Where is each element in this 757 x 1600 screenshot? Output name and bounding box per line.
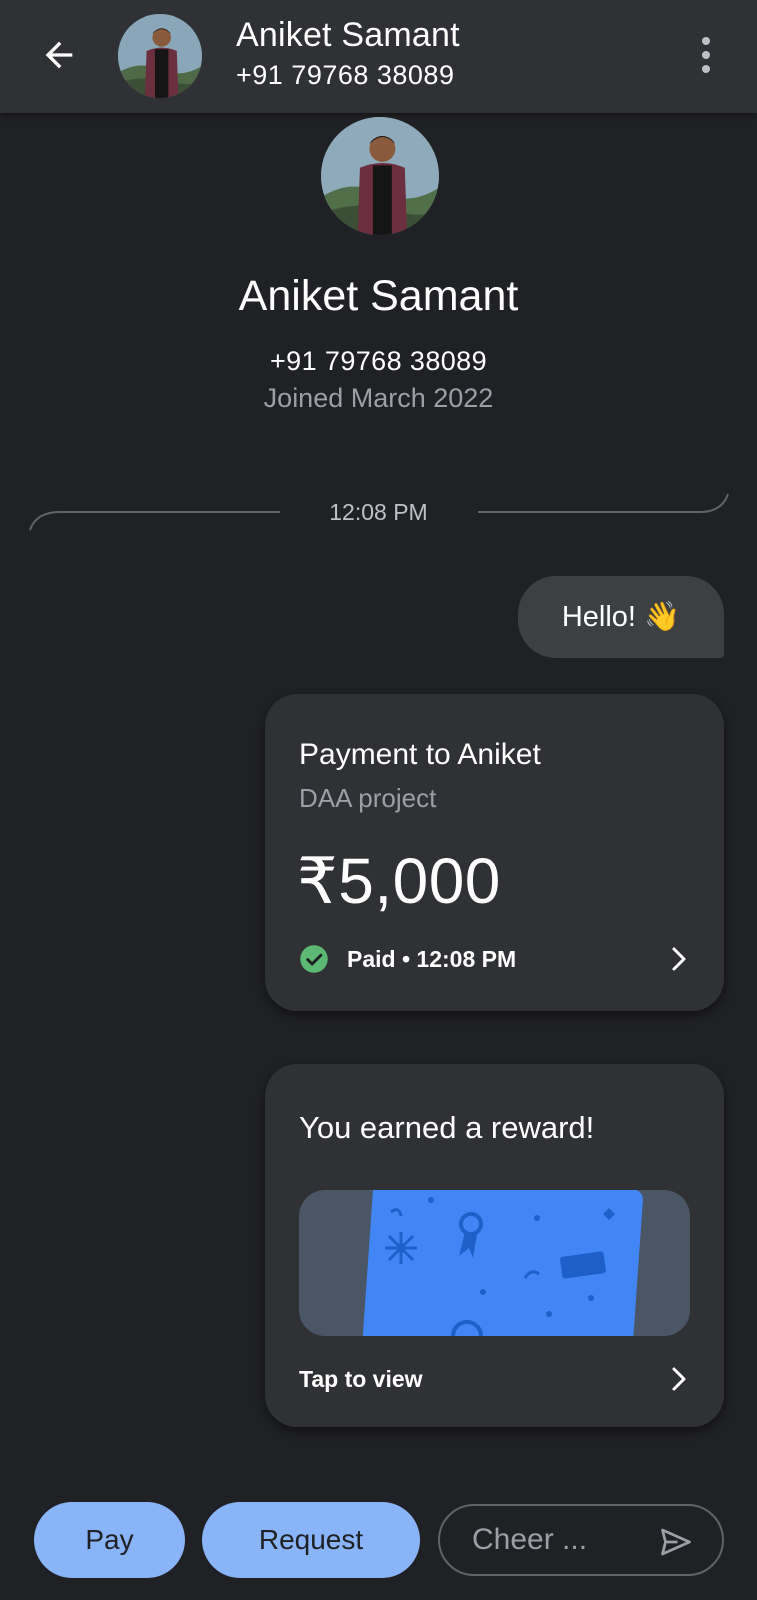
payment-status: Paid • 12:08 PM — [299, 944, 516, 974]
cheer-placeholder: Cheer ... — [472, 1523, 588, 1556]
pay-button[interactable]: Pay — [34, 1502, 185, 1578]
header-contact-phone: +91 79768 38089 — [236, 60, 455, 90]
reward-card[interactable]: You earned a reward! Tap to view — [265, 1064, 724, 1427]
chevron-right-icon[interactable] — [668, 944, 690, 974]
reward-title: You earned a reward! — [299, 1110, 595, 1145]
chat-screen: Aniket Samant +91 79768 38089 Aniket Sam… — [0, 0, 757, 1600]
contact-avatar[interactable] — [118, 14, 202, 98]
cheer-message-input[interactable]: Cheer ... — [438, 1504, 724, 1576]
profile-name: Aniket Samant — [238, 272, 519, 320]
request-button[interactable]: Request — [202, 1502, 420, 1578]
timestamp-label: 12:08 PM — [329, 499, 428, 525]
header-contact-name: Aniket Samant — [236, 16, 460, 54]
chevron-right-icon[interactable] — [668, 1364, 690, 1394]
message-bubble[interactable]: Hello! 👋 — [518, 576, 724, 658]
payment-status-text: Paid • 12:08 PM — [347, 945, 517, 972]
profile-avatar — [321, 117, 439, 235]
profile-phone: +91 79768 38089 — [270, 346, 487, 376]
payment-title: Payment to Aniket — [299, 738, 541, 771]
send-icon[interactable] — [658, 1524, 694, 1560]
payment-card[interactable]: Payment to Aniket DAA project ₹5,000 Pai… — [265, 694, 724, 1011]
top-app-bar: Aniket Samant +91 79768 38089 — [0, 0, 757, 113]
profile-joined-date: Joined March 2022 — [263, 383, 494, 413]
more-options-icon[interactable] — [686, 30, 726, 80]
reward-tap-label: Tap to view — [299, 1366, 423, 1392]
payment-note: DAA project — [299, 783, 437, 813]
back-arrow-icon[interactable] — [34, 30, 84, 80]
check-circle-icon — [300, 945, 328, 973]
payment-amount: ₹5,000 — [297, 845, 501, 917]
scratch-card-image[interactable] — [299, 1190, 690, 1336]
